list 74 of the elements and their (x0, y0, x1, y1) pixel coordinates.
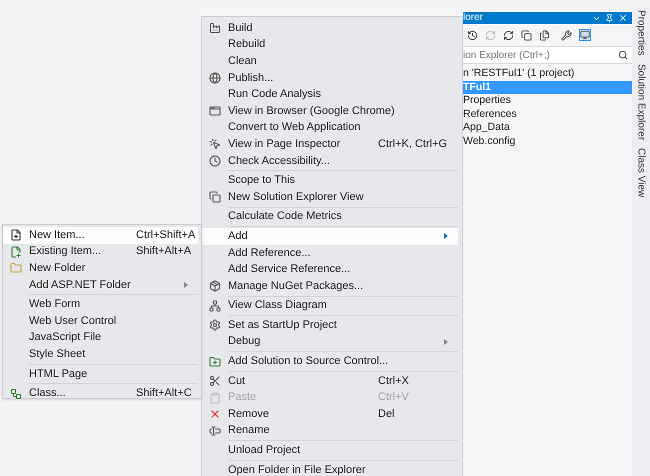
menu-item[interactable]: Web Form (3, 296, 198, 313)
side-tab[interactable]: Class View (634, 148, 648, 198)
submenu-arrow-icon (444, 233, 448, 240)
submenu-arrow-icon (184, 282, 188, 288)
menu-item[interactable]: Open Folder in File Explorer (202, 462, 458, 476)
menu-item[interactable]: Calculate Code Metrics (202, 208, 458, 226)
side-tab[interactable]: Properties (634, 10, 648, 56)
window-icon (209, 105, 221, 118)
scissors-icon (209, 375, 221, 388)
tree-item[interactable]: References (463, 108, 632, 121)
refresh-icon[interactable] (503, 30, 514, 40)
menu-item[interactable]: Add ASP.NET Folder (3, 276, 198, 294)
menu-item[interactable]: Set as StartUp Project (202, 317, 458, 334)
menu-item[interactable]: Style Sheet (3, 346, 198, 363)
factory-icon (209, 22, 221, 34)
menu-item[interactable]: Add (202, 228, 458, 245)
search-box[interactable]: ion Explorer (Ctrl+;) (463, 46, 632, 64)
menu-item[interactable]: Manage NuGet Packages... (202, 278, 458, 294)
menu-item[interactable]: Unload Project (202, 442, 458, 459)
package-icon (209, 280, 221, 292)
menu-item[interactable]: Check Accessibility... (202, 152, 458, 170)
gear-icon (209, 319, 221, 332)
menu-item[interactable]: Rebuild (202, 36, 458, 54)
menu-item[interactable]: View in Page Inspector Ctrl+K, Ctrl+G (202, 136, 458, 153)
tree-item[interactable]: Properties (463, 94, 632, 108)
file-plus-icon (10, 229, 22, 242)
menu-item[interactable]: Class... Shift+Alt+C (3, 385, 198, 402)
folder-plus-icon (209, 356, 221, 368)
history-icon[interactable] (467, 30, 478, 40)
menu-item[interactable]: Scope to This (202, 172, 458, 189)
menu-item[interactable]: Rename (202, 422, 458, 440)
diagram-icon (209, 300, 221, 312)
copy-icon[interactable] (521, 30, 532, 40)
tree-item[interactable]: n 'RESTFul1' (1 project) (463, 67, 632, 80)
menu-item[interactable]: HTML Page (3, 366, 198, 382)
menu-item[interactable]: Remove Del (202, 406, 458, 423)
menu-item[interactable]: Clean (202, 53, 458, 70)
tree-item[interactable]: Web.config (463, 134, 632, 148)
pointer-icon (209, 138, 221, 150)
menu-item[interactable]: View Class Diagram (202, 298, 458, 314)
submenu-arrow-icon (444, 338, 448, 345)
menu-item[interactable]: Add Service Reference... (202, 261, 458, 278)
menu-item[interactable]: Convert to Web Application (202, 120, 458, 136)
close-icon[interactable] (618, 13, 628, 23)
menu-item[interactable]: Publish... (202, 70, 458, 86)
menu-item[interactable]: New Solution Explorer View (202, 188, 458, 206)
globe-icon (209, 72, 221, 84)
close-icon (209, 408, 221, 420)
pin-icon[interactable] (605, 14, 614, 22)
preview-icon[interactable] (579, 29, 591, 41)
panel-title: lorer (463, 13, 484, 23)
menu-item[interactable]: New Folder (3, 260, 198, 277)
menu-item[interactable]: Cut Ctrl+X (202, 372, 458, 390)
menu-item[interactable]: New Item... Ctrl+Shift+A (3, 227, 198, 244)
text-cursor-icon (209, 424, 221, 437)
file-plus-icon (10, 246, 22, 258)
clock-icon (209, 155, 221, 168)
wrench-icon[interactable] (561, 30, 572, 40)
folder-icon (10, 262, 22, 274)
clipboard-icon (209, 392, 221, 404)
search-icon[interactable] (618, 50, 628, 60)
menu-item[interactable]: Debug (202, 334, 458, 350)
copy-icon (209, 191, 221, 204)
menu-item[interactable]: Run Code Analysis (202, 86, 458, 103)
tree-item[interactable]: App_Data (463, 121, 632, 134)
files-icon[interactable] (539, 30, 550, 40)
menu-item[interactable]: Add Solution to Source Control... (202, 353, 458, 370)
menu-item[interactable]: Existing Item... Shift+Alt+A (3, 244, 198, 260)
side-tab[interactable]: Solution Explorer (634, 64, 648, 140)
menu-item[interactable]: Build (202, 20, 458, 37)
menu-item[interactable]: View in Browser (Google Chrome) (202, 102, 458, 120)
menu-item[interactable]: Add Reference... (202, 244, 458, 262)
menu-item[interactable]: Web User Control (3, 312, 198, 330)
menu-item[interactable]: JavaScript File (3, 330, 198, 346)
